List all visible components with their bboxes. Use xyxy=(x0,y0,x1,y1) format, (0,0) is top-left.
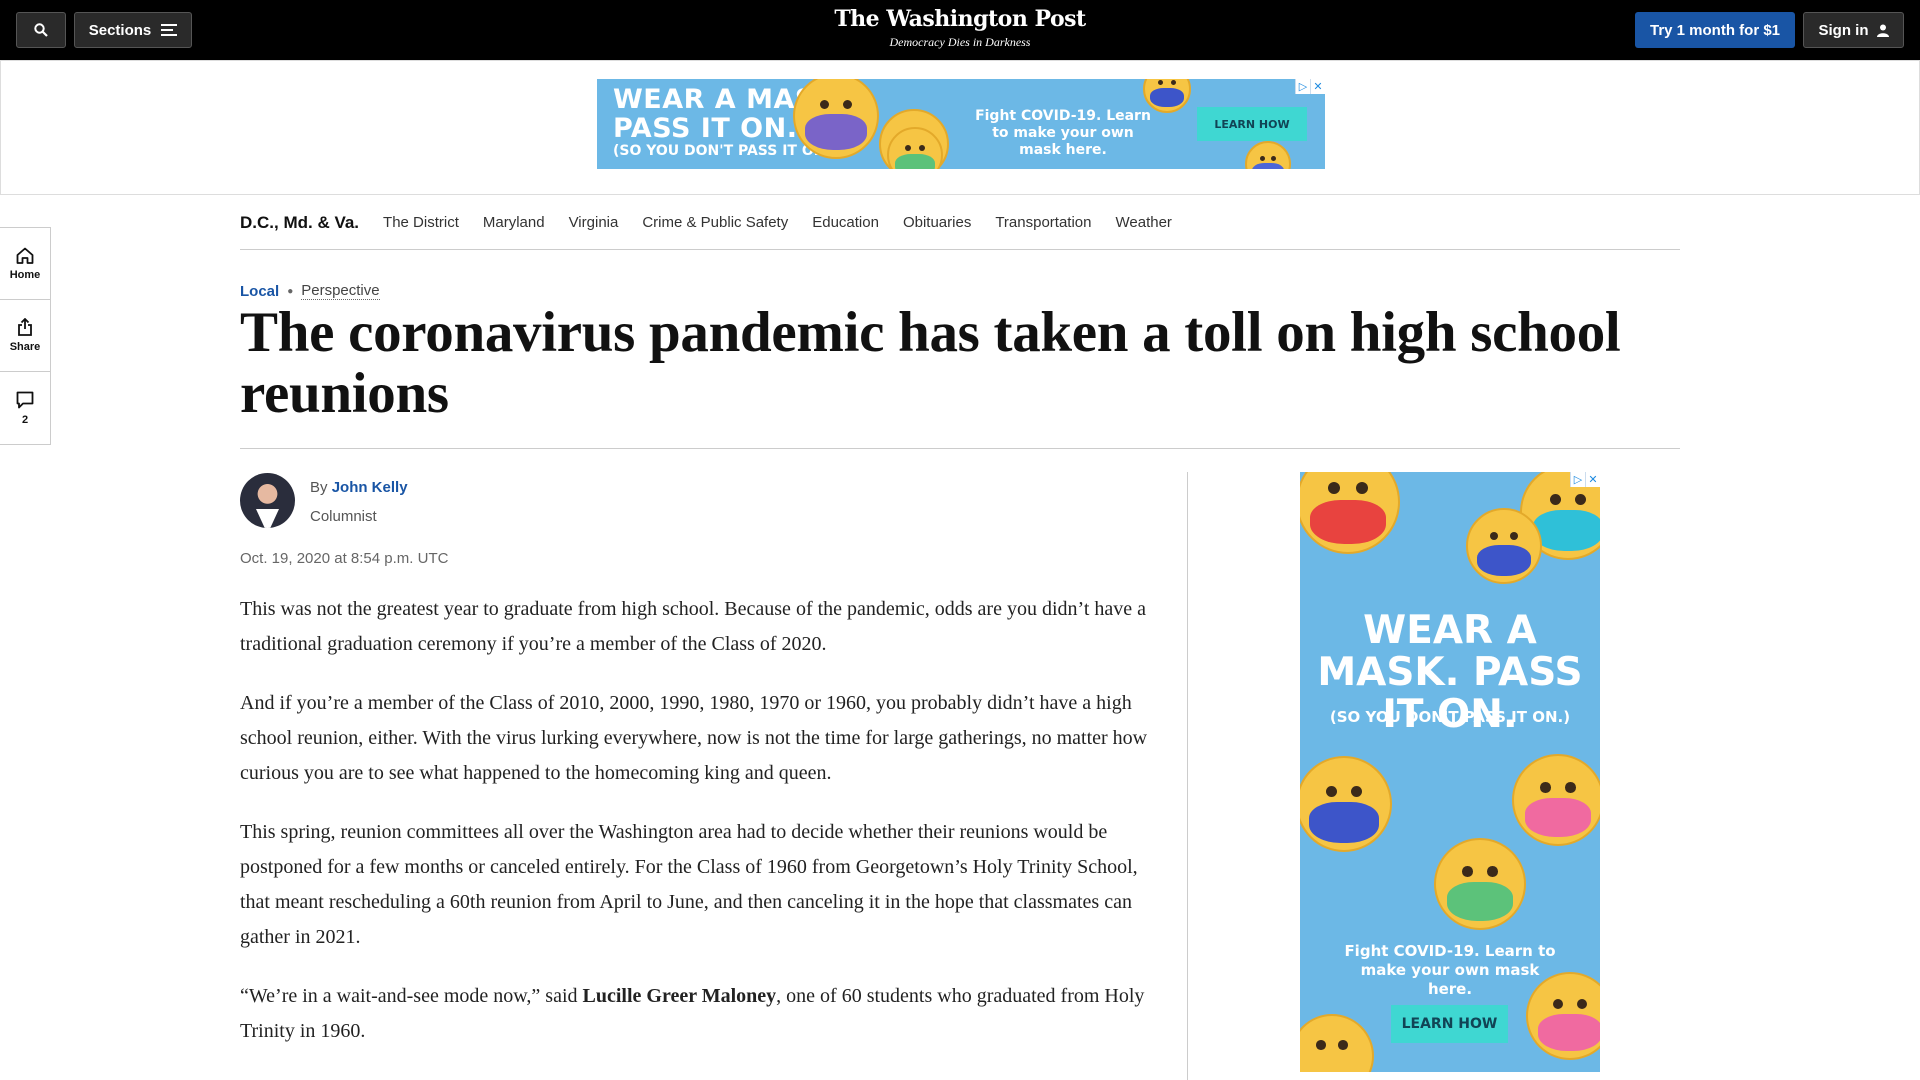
home-label: Home xyxy=(9,268,41,281)
home-button[interactable]: Home xyxy=(0,228,50,300)
column-divider xyxy=(1187,472,1188,1080)
sidebar-ad-message: Fight COVID-19. Learn to make your own m… xyxy=(1344,942,1556,998)
publish-date: Oct. 19, 2020 at 8:54 p.m. UTC xyxy=(240,550,449,567)
sidebar-advertisement[interactable]: WEAR A MASK. PASS IT ON. (SO YOU DON'T P… xyxy=(1300,472,1600,1072)
mask-emoji-graphic xyxy=(1300,1014,1374,1072)
article-headline: The coronavirus pandemic has taken a tol… xyxy=(240,301,1621,425)
site-logo[interactable]: The Washington Post xyxy=(760,6,1160,32)
banner-ad-subline: (SO YOU DON'T PASS IT ON.) xyxy=(613,143,838,159)
sign-in-label: Sign in xyxy=(1818,21,1869,39)
home-icon xyxy=(16,247,34,264)
site-tagline: Democracy Dies in Darkness xyxy=(889,35,1031,49)
section-nav-item-weather[interactable]: Weather xyxy=(1116,214,1172,231)
sidebar-ad-subline: (SO YOU DON'T PASS IT ON.) xyxy=(1329,708,1571,726)
section-nav-item-the-district[interactable]: The District xyxy=(383,214,459,231)
article-body: This was not the greatest year to gradua… xyxy=(240,592,1160,1073)
mask-emoji-graphic xyxy=(1466,508,1542,584)
search-icon xyxy=(34,23,48,37)
close-icon[interactable]: ✕ xyxy=(1585,472,1600,487)
sign-in-button[interactable]: Sign in xyxy=(1803,12,1904,48)
masthead[interactable]: The Washington Post Democracy Dies in Da… xyxy=(760,6,1160,50)
quote-text: “We’re in a wait-and-see mode now,” said xyxy=(240,985,583,1007)
headline-divider xyxy=(240,448,1680,449)
adchoices-icon[interactable]: ▷ xyxy=(1295,79,1310,94)
author-avatar[interactable] xyxy=(240,473,295,528)
sections-label: Sections xyxy=(88,21,152,39)
section-nav-item-virginia[interactable]: Virginia xyxy=(569,214,619,231)
top-ad-band: WEAR A MASK. PASS IT ON. (SO YOU DON'T P… xyxy=(0,60,1920,195)
article-paragraph: This spring, reunion committees all over… xyxy=(240,821,1138,948)
mask-emoji-graphic xyxy=(1434,838,1526,930)
quoted-person-name: Lucille Greer Maloney xyxy=(582,985,777,1007)
byline-prefix: By xyxy=(310,479,328,496)
byline: By John Kelly xyxy=(310,479,408,496)
mask-emoji-graphic xyxy=(1512,754,1600,846)
left-action-rail: Home Share 2 xyxy=(0,227,51,445)
share-label: Share xyxy=(9,341,41,353)
search-button[interactable] xyxy=(16,12,66,48)
kicker-separator: ● xyxy=(287,285,294,297)
sections-menu-button[interactable]: Sections xyxy=(74,12,192,48)
article-paragraph: “We’re in a wait-and-see mode now,” said… xyxy=(240,979,1160,1049)
section-nav-item-crime-public-safety[interactable]: Crime & Public Safety xyxy=(642,214,788,231)
comment-icon xyxy=(16,391,34,408)
adchoices-icon[interactable]: ▷ xyxy=(1570,472,1585,487)
comments-count: 2 xyxy=(21,413,29,426)
section-navigation: D.C., Md. & Va. The District Maryland Vi… xyxy=(240,196,1680,250)
ad-choices-controls[interactable]: ▷ ✕ xyxy=(1295,79,1325,94)
top-navigation-bar: Sections The Washington Post Democracy D… xyxy=(0,0,1920,60)
close-icon[interactable]: ✕ xyxy=(1310,79,1325,94)
kicker-section-link[interactable]: Local xyxy=(240,283,279,300)
mask-emoji-graphic xyxy=(793,79,879,159)
share-icon xyxy=(18,318,32,336)
banner-advertisement[interactable]: WEAR A MASK. PASS IT ON. (SO YOU DON'T P… xyxy=(597,79,1325,169)
section-nav-item-obituaries[interactable]: Obituaries xyxy=(903,214,971,231)
article-kicker: Local ● Perspective xyxy=(240,282,380,300)
ad-choices-controls[interactable]: ▷ ✕ xyxy=(1570,472,1600,487)
share-button[interactable]: Share xyxy=(0,300,50,372)
mask-emoji-graphic xyxy=(1526,972,1600,1060)
kicker-perspective-label[interactable]: Perspective xyxy=(301,282,380,300)
article-paragraph: And if you’re a member of the Class of 2… xyxy=(240,692,1148,784)
author-name-link[interactable]: John Kelly xyxy=(332,479,408,496)
user-icon xyxy=(1876,24,1889,37)
mask-emoji-graphic xyxy=(1300,472,1400,554)
mask-emoji-graphic xyxy=(1300,756,1392,852)
section-nav-item-transportation[interactable]: Transportation xyxy=(995,214,1091,231)
mask-emoji-graphic xyxy=(1245,141,1291,169)
banner-ad-message: Fight COVID-19. Learn to make your own m… xyxy=(975,108,1151,158)
article-paragraph: This was not the greatest year to gradua… xyxy=(240,598,1147,655)
section-nav-brand[interactable]: D.C., Md. & Va. xyxy=(240,213,359,233)
comments-button[interactable]: 2 xyxy=(0,372,50,444)
section-nav-item-education[interactable]: Education xyxy=(812,214,879,231)
author-role: Columnist xyxy=(310,508,377,525)
sidebar-ad-learn-how-button[interactable]: LEARN HOW xyxy=(1391,1005,1508,1043)
subscribe-trial-button[interactable]: Try 1 month for $1 xyxy=(1635,12,1795,48)
banner-ad-learn-how-button[interactable]: LEARN HOW xyxy=(1197,107,1307,141)
menu-icon xyxy=(161,24,178,36)
section-nav-item-maryland[interactable]: Maryland xyxy=(483,214,545,231)
